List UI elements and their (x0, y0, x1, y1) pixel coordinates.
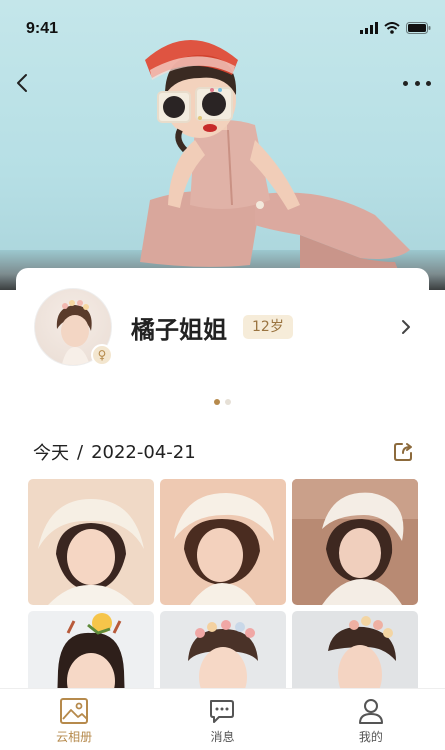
photo-thumbnail[interactable] (292, 479, 418, 605)
more-dot-icon (426, 80, 431, 86)
more-button[interactable] (403, 72, 431, 94)
more-dot-icon (403, 80, 408, 86)
share-icon[interactable] (393, 440, 415, 462)
carousel-indicator (0, 399, 445, 405)
female-icon: ♀ (97, 348, 107, 362)
photo-image (28, 479, 154, 605)
profile-card[interactable]: ♀ 橘子姐姐 12岁 (16, 268, 429, 400)
tab-cloud-album[interactable]: 云相册 (0, 689, 148, 750)
tab-messages[interactable]: 消息 (148, 689, 296, 750)
age-badge: 12岁 (243, 315, 293, 339)
tab-mine[interactable]: 我的 (297, 689, 445, 750)
photo-thumbnail[interactable] (160, 479, 286, 605)
back-button[interactable] (8, 68, 38, 98)
signal-icon (360, 22, 378, 34)
profile-icon (358, 699, 383, 724)
tab-label: 云相册 (56, 730, 93, 744)
date-header: 今天 / 2022-04-21 (33, 439, 196, 465)
status-icons (360, 22, 431, 34)
tab-label: 消息 (210, 730, 235, 744)
gender-badge: ♀ (91, 344, 113, 366)
message-icon (210, 700, 235, 723)
photo-image (292, 479, 418, 605)
photo-image (160, 479, 286, 605)
date-value: 2022-04-21 (91, 441, 196, 463)
photo-album-icon (60, 698, 89, 724)
status-bar: 9:41 (0, 0, 445, 60)
battery-icon (406, 22, 431, 34)
chevron-left-icon (17, 74, 27, 92)
tab-bar: 云相册 消息 我的 (0, 688, 445, 750)
tab-label: 我的 (358, 730, 383, 744)
photo-thumbnail[interactable] (28, 479, 154, 605)
carousel-dot (225, 399, 231, 405)
date-day-label: 今天 (33, 443, 69, 464)
more-dot-icon (414, 80, 420, 86)
carousel-dot (214, 399, 220, 405)
wifi-icon (384, 22, 400, 34)
status-time: 9:41 (26, 20, 59, 37)
hero-cover-image: 9:41 (0, 0, 445, 290)
chevron-right-icon (402, 320, 410, 334)
profile-name: 橘子姐姐 (131, 316, 227, 344)
date-separator: / (77, 441, 84, 463)
